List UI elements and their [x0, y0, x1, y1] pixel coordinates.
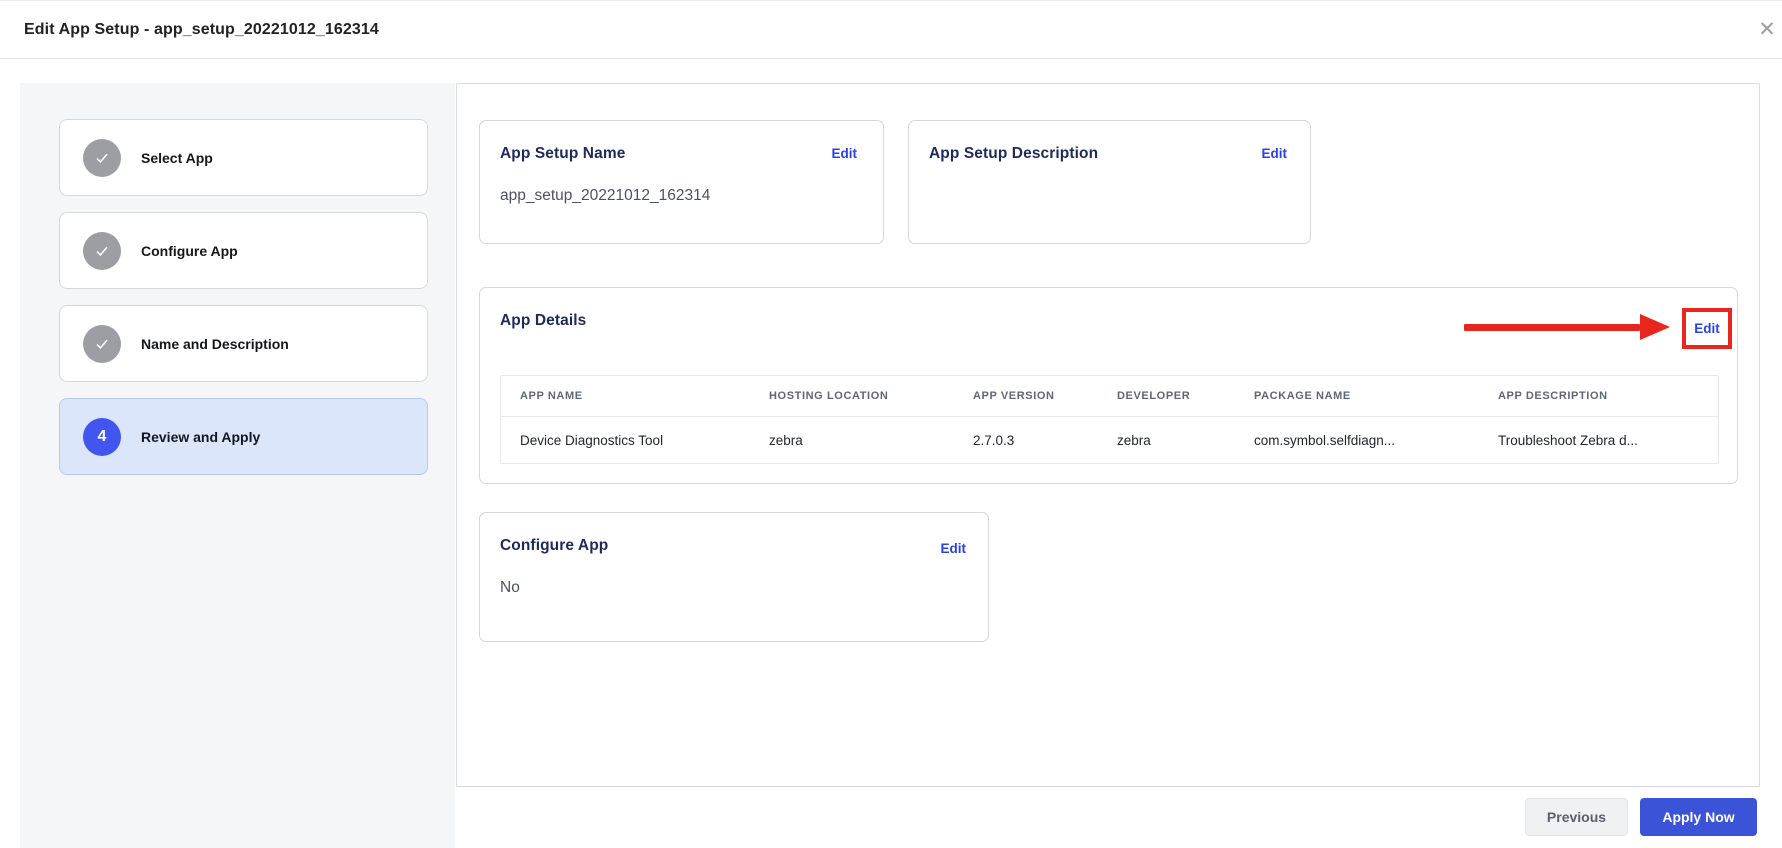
- check-icon: [83, 325, 121, 363]
- close-button[interactable]: ✕: [1752, 14, 1782, 46]
- dialog-title: Edit App Setup - app_setup_20221012_1623…: [24, 21, 379, 38]
- dialog-header: Edit App Setup - app_setup_20221012_1623…: [0, 0, 1782, 59]
- app-setup-description-card: App Setup Description Edit: [908, 120, 1311, 244]
- app-details-table: APP NAME HOSTING LOCATION APP VERSION DE…: [500, 375, 1719, 464]
- configure-app-card: Configure App Edit No: [479, 512, 989, 642]
- apply-now-button[interactable]: Apply Now: [1640, 798, 1757, 836]
- edit-app-setup-dialog: Edit App Setup - app_setup_20221012_1623…: [0, 0, 1782, 848]
- card-title: App Setup Name: [500, 145, 626, 162]
- cell-developer: zebra: [1117, 432, 1151, 448]
- annotation-highlight-box: Edit: [1682, 308, 1732, 349]
- table-row: Device Diagnostics Tool zebra 2.7.0.3 ze…: [501, 417, 1718, 463]
- column-header-app-description: APP DESCRIPTION: [1498, 390, 1608, 402]
- step-label: Select App: [141, 150, 213, 166]
- step-label: Name and Description: [141, 336, 289, 352]
- cell-hosting-location: zebra: [769, 432, 803, 448]
- edit-app-details-button[interactable]: Edit: [1694, 321, 1720, 336]
- step-number-badge: 4: [83, 418, 121, 456]
- step-number: 4: [97, 428, 107, 445]
- red-arrow-head-icon: [1640, 314, 1670, 340]
- table-header-row: APP NAME HOSTING LOCATION APP VERSION DE…: [501, 376, 1718, 417]
- configure-app-value: No: [500, 579, 520, 596]
- step-review-and-apply[interactable]: 4 Review and Apply: [59, 398, 428, 475]
- edit-configure-app-button[interactable]: Edit: [941, 541, 967, 556]
- column-header-app-name: APP NAME: [520, 390, 583, 402]
- cell-app-description: Troubleshoot Zebra d...: [1498, 432, 1638, 448]
- cell-package-name: com.symbol.selfdiagn...: [1254, 432, 1396, 448]
- cell-app-name: Device Diagnostics Tool: [520, 432, 664, 448]
- step-label: Configure App: [141, 243, 238, 259]
- edit-app-setup-name-button[interactable]: Edit: [832, 146, 858, 161]
- close-icon: ✕: [1758, 18, 1776, 41]
- column-header-app-version: APP VERSION: [973, 390, 1055, 402]
- card-title: Configure App: [500, 537, 609, 554]
- edit-app-setup-description-button[interactable]: Edit: [1262, 146, 1288, 161]
- app-details-card: App Details Edit APP NAME HOSTING LOCATI…: [479, 287, 1738, 484]
- column-header-hosting-location: HOSTING LOCATION: [769, 390, 889, 402]
- check-icon: [83, 139, 121, 177]
- step-configure-app[interactable]: Configure App: [59, 212, 428, 289]
- app-setup-name-value: app_setup_20221012_162314: [500, 187, 711, 204]
- column-header-developer: DEVELOPER: [1117, 390, 1191, 402]
- card-title: App Setup Description: [929, 145, 1099, 162]
- step-label: Review and Apply: [141, 429, 261, 445]
- red-arrow-line: [1464, 324, 1640, 331]
- card-title: App Details: [500, 312, 587, 329]
- step-select-app[interactable]: Select App: [59, 119, 428, 196]
- previous-button[interactable]: Previous: [1525, 798, 1628, 836]
- review-panel: App Setup Name Edit app_setup_20221012_1…: [456, 83, 1760, 787]
- check-icon: [83, 232, 121, 270]
- column-header-package-name: PACKAGE NAME: [1254, 390, 1351, 402]
- cell-app-version: 2.7.0.3: [973, 432, 1015, 448]
- step-name-and-description[interactable]: Name and Description: [59, 305, 428, 382]
- app-setup-name-card: App Setup Name Edit app_setup_20221012_1…: [479, 120, 884, 244]
- wizard-stepper-sidebar: Select App Configure App Name and Descri…: [20, 83, 455, 848]
